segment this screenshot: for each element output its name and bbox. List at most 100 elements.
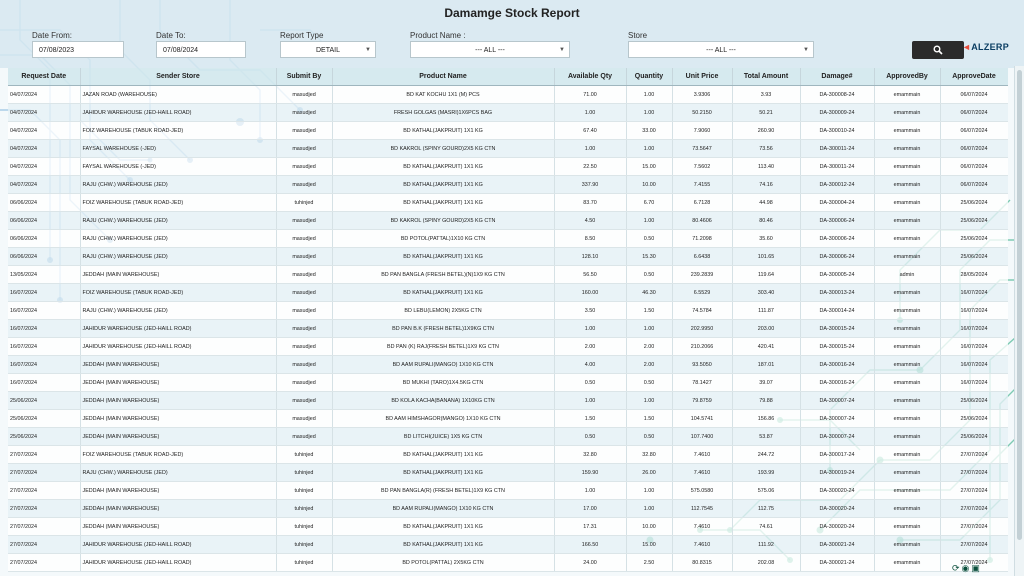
table-row[interactable]: 16/07/2024 JEDDAH (MAIN WAREHOUSE) masudje… [8,355,1008,374]
col-sender-store-cell: JAZAN ROAD (WAREHOUSE) [80,85,277,104]
col-approved-by-cell: emammain [874,553,941,572]
col-damage-no-cell: DA-300016-24 [800,373,875,392]
table-row[interactable]: 25/06/2024 JEDDAH (MAIN WAREHOUSE) masudje… [8,409,1008,428]
col-request-date-header[interactable]: Request Date [8,68,81,86]
table-row[interactable]: 04/07/2024 RAJU (CHW.) WAREHOUSE (JED) mas… [8,175,1008,194]
search-button[interactable] [912,41,964,59]
vertical-scrollbar[interactable] [1014,66,1024,576]
col-submit-by-cell: masudjed [276,121,333,140]
col-unit-price-cell: 104.5741 [672,409,733,428]
col-total-amount-cell: 113.40 [732,157,801,176]
col-damage-no-header[interactable]: Damage# [800,68,875,86]
col-product-name-cell: BD AAM RUPALI(MANGO) 1X10 KG CTN [332,499,555,518]
chevron-down-icon: ▼ [803,47,809,53]
table-row[interactable]: 04/07/2024 JAHIDUR WAREHOUSE (JED-HAILL R… [8,103,1008,122]
table-row[interactable]: 06/06/2024 RAJU (CHW.) WAREHOUSE (JED) mas… [8,247,1008,266]
col-sender-store-cell: RAJU (CHW.) WAREHOUSE (JED) [80,211,277,230]
col-damage-no-cell: DA-300015-24 [800,319,875,338]
date-to-input[interactable]: 07/08/2024 [156,41,246,58]
col-submit-by-cell: masudjed [276,391,333,410]
col-unit-price-cell: 80.8315 [672,553,733,572]
col-unit-price-cell: 6.6438 [672,247,733,266]
col-sender-store-cell: JAHIDUR WAREHOUSE (JED-HAILL ROAD) [80,337,277,356]
col-request-date-cell: 16/07/2024 [8,283,81,302]
col-submit-by-cell: masudjed [276,103,333,122]
damage-stock-table: Request Date Sender Store Submit By Product… [8,68,1008,572]
col-product-name-cell: BD PAN B.K (FRESH BETEL)1X9KG CTN [332,319,555,338]
col-damage-no-cell: DA-300021-24 [800,553,875,572]
table-row[interactable]: 16/07/2024 JAHIDUR WAREHOUSE (JED-HAILL R… [8,319,1008,338]
col-submit-by-cell: masudjed [276,139,333,158]
table-row[interactable]: 13/05/2024 JEDDAH (MAIN WAREHOUSE) masudje… [8,265,1008,284]
store-select[interactable]: --- ALL --- ▼ [628,41,814,58]
table-row[interactable]: 25/06/2024 JEDDAH (MAIN WAREHOUSE) masudje… [8,427,1008,446]
table-row[interactable]: 04/07/2024 FAYSAL WAREHOUSE (-JED) masudje… [8,157,1008,176]
col-quantity-cell: 32.80 [626,445,673,464]
table-row[interactable]: 04/07/2024 FOIZ WAREHOUSE (TABUK ROAD-JED… [8,121,1008,140]
col-submit-by-header[interactable]: Submit By [276,68,333,86]
col-request-date-cell: 16/07/2024 [8,337,81,356]
col-total-amount-cell: 74.61 [732,517,801,536]
col-sender-store-header[interactable]: Sender Store [80,68,277,86]
col-available-qty-cell: 2.00 [554,337,627,356]
col-total-amount-header[interactable]: Total Amount [732,68,801,86]
col-unit-price-cell: 575.0580 [672,481,733,500]
col-approved-by-cell: emammain [874,157,941,176]
col-approved-by-cell: emammain [874,175,941,194]
window-icon[interactable]: ▣ [971,563,982,573]
globe-icon[interactable]: ◉ [962,563,972,573]
col-available-qty-cell: 17.31 [554,517,627,536]
table-row[interactable]: 16/07/2024 JAHIDUR WAREHOUSE (JED-HAILL R… [8,337,1008,356]
logo-mark: ◄ [962,42,972,52]
col-total-amount-cell: 187.01 [732,355,801,374]
col-approve-date-header[interactable]: ApproveDate [940,68,1008,86]
table-row[interactable]: 25/06/2024 JEDDAH (MAIN WAREHOUSE) masudje… [8,391,1008,410]
table-row[interactable]: 16/07/2024 FOIZ WAREHOUSE (TABUK ROAD-JED… [8,283,1008,302]
col-sender-store-cell: FAYSAL WAREHOUSE (-JED) [80,157,277,176]
table-row[interactable]: 27/07/2024 JEDDAH (MAIN WAREHOUSE) tuhinje… [8,481,1008,500]
col-sender-store-cell: JEDDAH (MAIN WAREHOUSE) [80,517,277,536]
col-total-amount-cell: 303.40 [732,283,801,302]
table-row[interactable]: 06/06/2024 RAJU (CHW.) WAREHOUSE (JED) mas… [8,211,1008,230]
col-unit-price-cell: 112.7545 [672,499,733,518]
col-product-name-cell: BD AAM HIMSHAGOR(MANGO) 1X10 KG CTN [332,409,555,428]
col-unit-price-cell: 73.5647 [672,139,733,158]
col-approved-by-cell: emammain [874,481,941,500]
refresh-icon[interactable]: ⟳ [952,563,962,573]
col-product-name-cell: BD KAKROL (SPINY GOURD)2X5 KG CTN [332,139,555,158]
col-unit-price-header[interactable]: Unit Price [672,68,733,86]
col-total-amount-cell: 50.21 [732,103,801,122]
col-product-name-cell: BD KATHAL(JAKPRUIT) 1X1 KG [332,463,555,482]
date-from-input[interactable]: 07/08/2023 [32,41,124,58]
col-request-date-cell: 27/07/2024 [8,553,81,572]
col-product-name-cell: BD KATHAL(JAKPRUIT) 1X1 KG [332,535,555,554]
table-row[interactable]: 27/07/2024 RAJU (CHW.) WAREHOUSE (JED) tuh… [8,463,1008,482]
col-available-qty-header[interactable]: Available Qty [554,68,627,86]
table-header-row: Request Date Sender Store Submit By Product… [8,68,1008,86]
col-product-name-header[interactable]: Product Name [332,68,555,86]
product-name-select[interactable]: --- ALL --- ▼ [410,41,570,58]
col-quantity-header[interactable]: Quantity [626,68,673,86]
col-approve-date-cell: 25/06/2024 [940,427,1008,446]
table-row[interactable]: 16/07/2024 JEDDAH (MAIN WAREHOUSE) masudje… [8,373,1008,392]
col-unit-price-cell: 239.2839 [672,265,733,284]
report-type-select[interactable]: DETAIL ▼ [280,41,376,58]
table-row[interactable]: 27/07/2024 JEDDAH (MAIN WAREHOUSE) tuhinje… [8,517,1008,536]
col-total-amount-cell: 3.93 [732,85,801,104]
chevron-down-icon: ▼ [559,47,565,53]
table-row[interactable]: 06/06/2024 FOIZ WAREHOUSE (TABUK ROAD-JED… [8,193,1008,212]
table-row[interactable]: 04/07/2024 JAZAN ROAD (WAREHOUSE) masudjed… [8,85,1008,104]
col-unit-price-cell: 7.9060 [672,121,733,140]
table-row[interactable]: 04/07/2024 FAYSAL WAREHOUSE (-JED) masudje… [8,139,1008,158]
system-tray-icons: ⟳◉▣ [952,563,982,574]
table-row[interactable]: 27/07/2024 JAHIDUR WAREHOUSE (JED-HAILL R… [8,535,1008,554]
col-quantity-cell: 0.50 [626,229,673,248]
table-row[interactable]: 16/07/2024 RAJU (CHW.) WAREHOUSE (JED) mas… [8,301,1008,320]
table-row[interactable]: 27/07/2024 JAHIDUR WAREHOUSE (JED-HAILL R… [8,553,1008,572]
table-row[interactable]: 06/06/2024 RAJU (CHW.) WAREHOUSE (JED) mas… [8,229,1008,248]
table-row[interactable]: 27/07/2024 JEDDAH (MAIN WAREHOUSE) tuhinje… [8,499,1008,518]
table-row[interactable]: 27/07/2024 FOIZ WAREHOUSE (TABUK ROAD-JED… [8,445,1008,464]
scrollbar-thumb[interactable] [1017,70,1022,540]
col-request-date-cell: 25/06/2024 [8,391,81,410]
col-approved-by-header[interactable]: ApprovedBy [874,68,941,86]
